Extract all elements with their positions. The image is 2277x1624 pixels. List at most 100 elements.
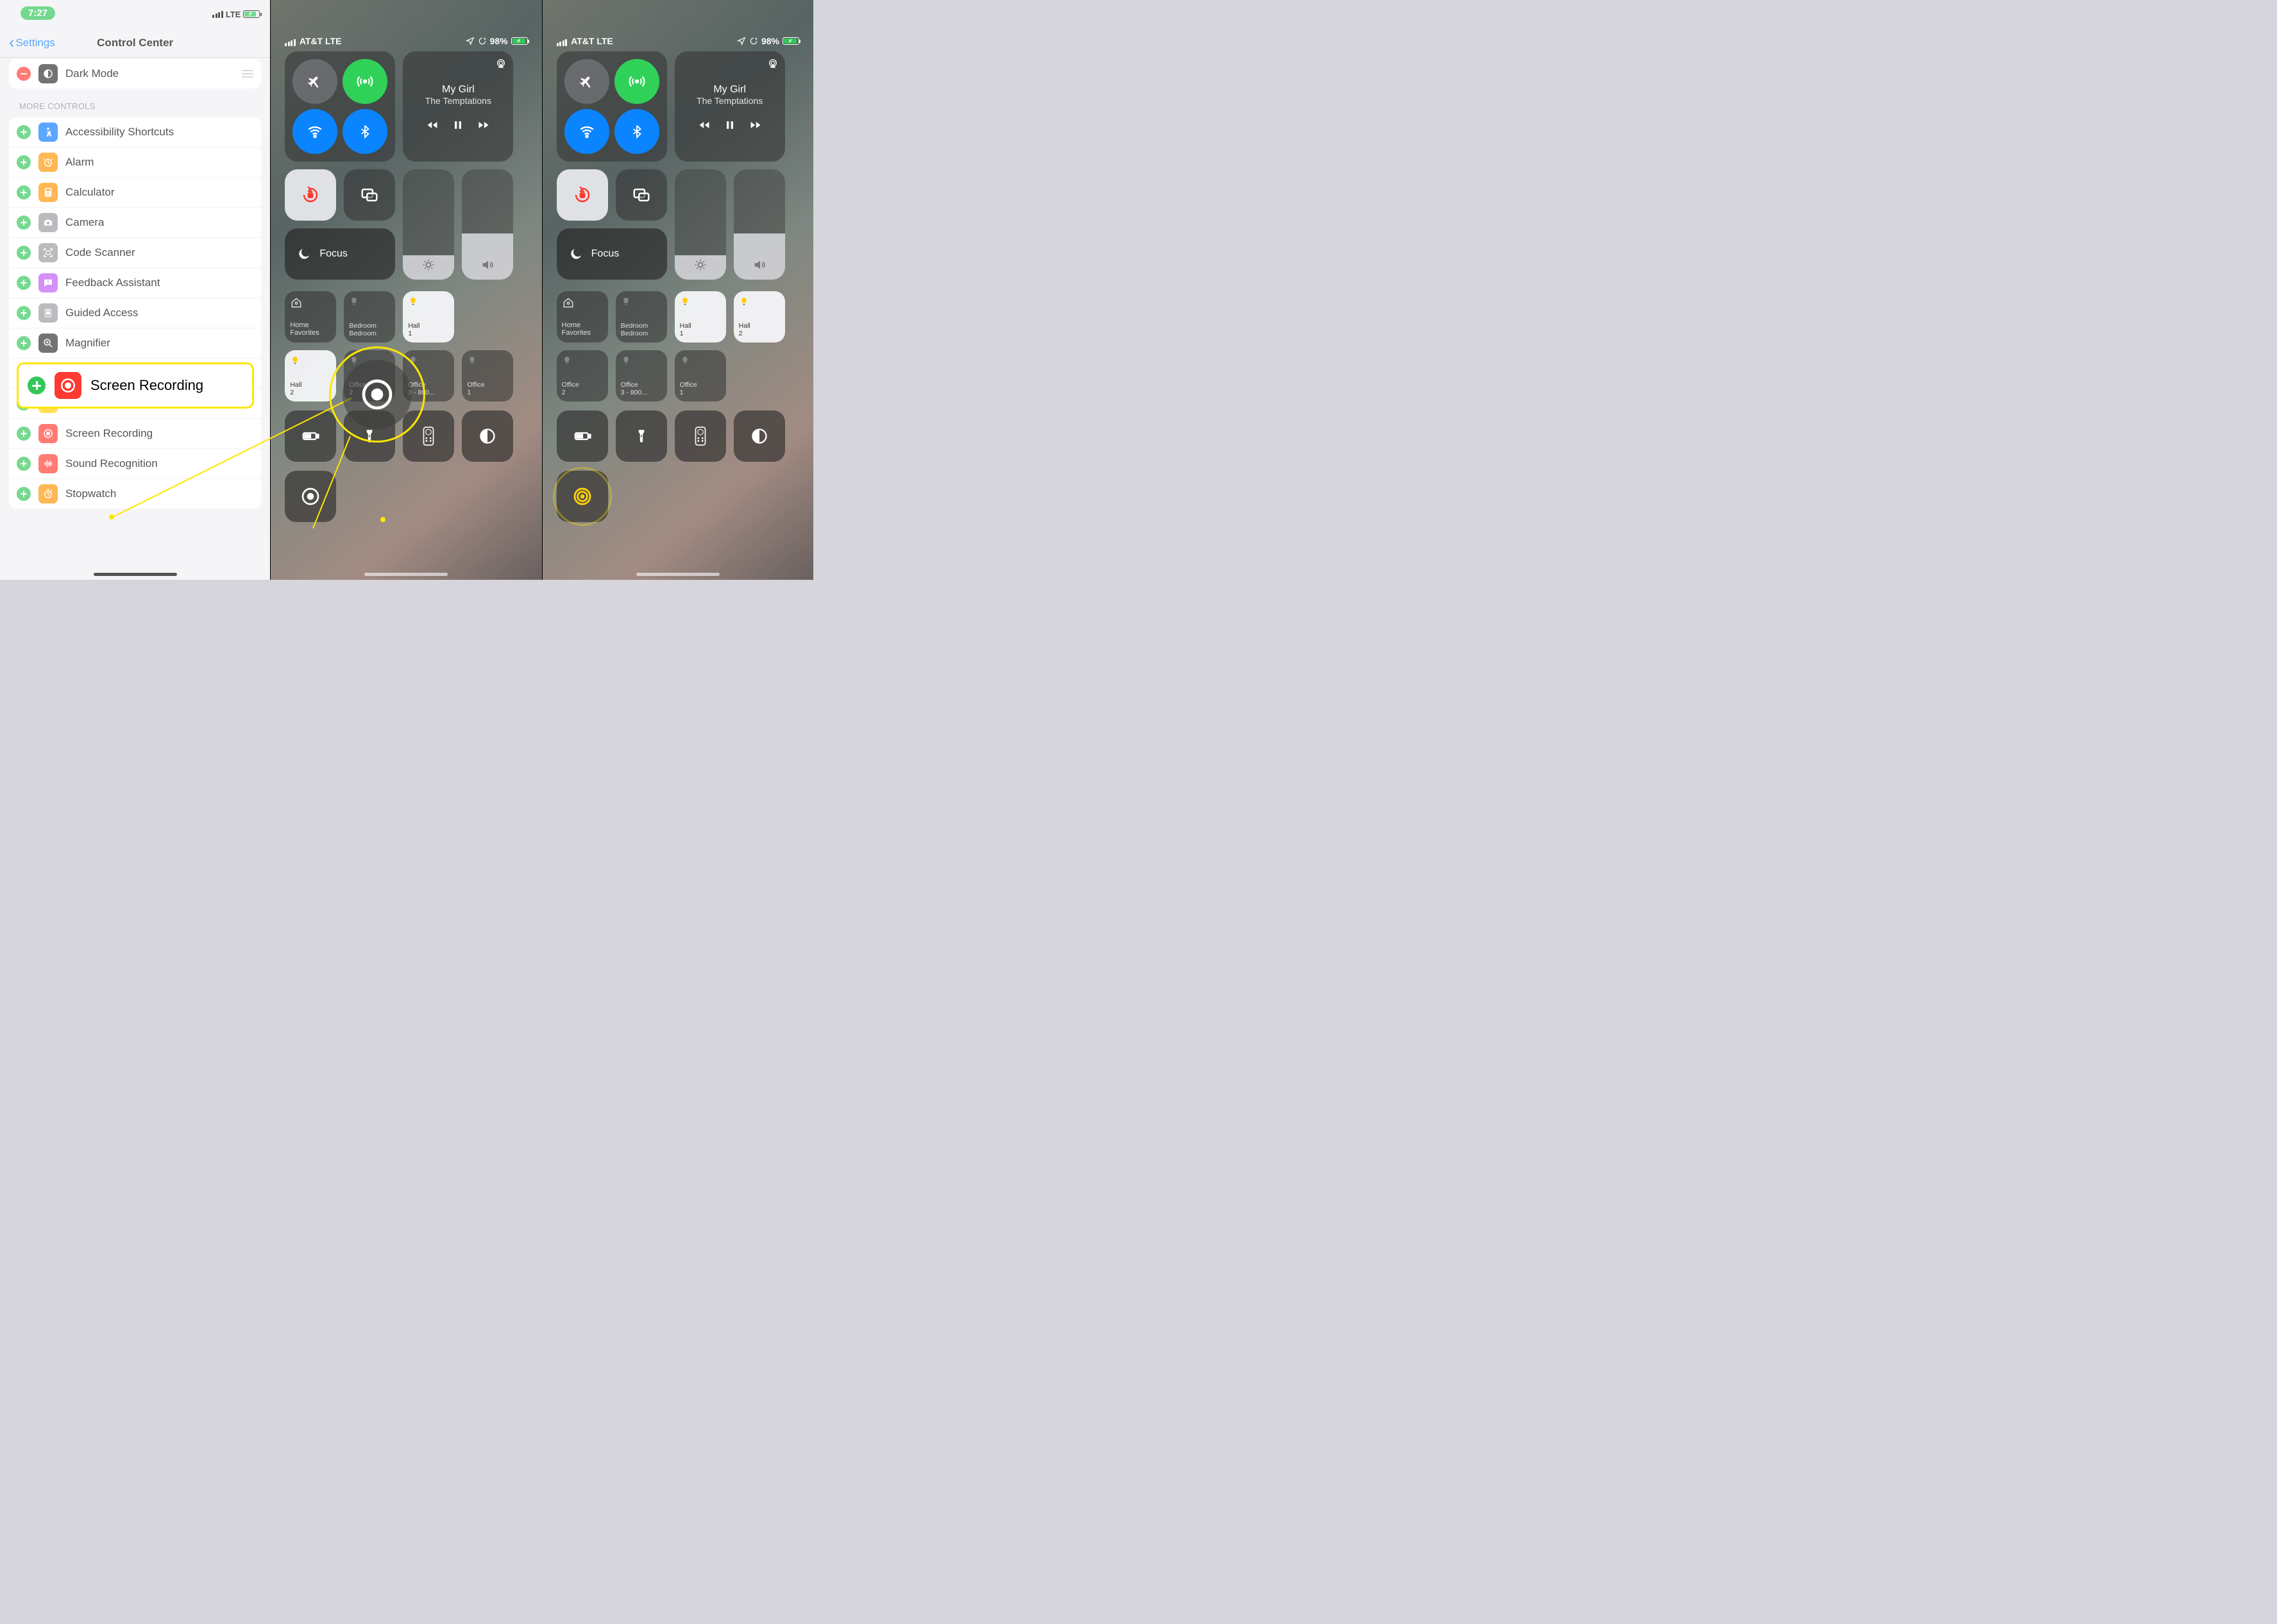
more-row-code-scanner[interactable]: Code Scanner (9, 238, 261, 268)
add-button[interactable] (17, 487, 31, 501)
back-button[interactable]: Settings (15, 37, 55, 49)
home-tile-hall-2[interactable]: Hall2 (734, 291, 785, 343)
home-indicator[interactable] (364, 573, 448, 576)
home-tile-office-1[interactable]: Office1 (462, 350, 513, 402)
focus-button[interactable]: Focus (285, 228, 395, 280)
back-chevron-icon[interactable]: ‹ (9, 33, 14, 52)
bulb-icon (621, 355, 631, 366)
flashlight-button[interactable] (344, 410, 395, 462)
low-power-mode-button[interactable] (285, 410, 336, 462)
focus-label: Focus (591, 248, 620, 260)
pause-button[interactable] (724, 119, 736, 131)
tile-sub: 2 (349, 389, 353, 396)
more-row-stopwatch[interactable]: Stopwatch (9, 479, 261, 509)
home-tile-office-2[interactable]: Office2 (557, 350, 608, 402)
volume-slider[interactable] (734, 169, 785, 280)
more-row-feedback-assistant[interactable]: ! Feedback Assistant (9, 268, 261, 298)
brightness-slider[interactable] (403, 169, 454, 280)
bluetooth-button[interactable] (343, 109, 387, 154)
home-tile-office-2[interactable]: Office2 (344, 350, 395, 402)
orientation-lock-button[interactable] (557, 169, 608, 221)
volume-slider[interactable] (462, 169, 513, 280)
included-row-dark-mode[interactable]: Dark Mode (9, 59, 261, 89)
row-label: Dark Mode (65, 67, 119, 80)
screen-recording-button[interactable] (285, 471, 336, 522)
now-playing-tile[interactable]: My Girl The Temptations (675, 51, 785, 162)
bulb-on-icon (680, 296, 690, 307)
dark-mode-button[interactable] (734, 410, 785, 462)
add-button[interactable] (17, 427, 31, 441)
moon-icon (296, 246, 312, 262)
home-tile-office-3[interactable]: Office3 - 800... (616, 350, 667, 402)
forward-button[interactable] (477, 119, 490, 131)
more-row-calculator[interactable]: Calculator (9, 178, 261, 208)
orientation-lock-button[interactable] (285, 169, 336, 221)
home-tile-office-1[interactable]: Office1 (675, 350, 726, 402)
home-tile-bedroom[interactable]: BedroomBedroom (344, 291, 395, 343)
home-favorites-button[interactable]: HomeFavorites (557, 291, 608, 343)
add-button[interactable] (17, 336, 31, 350)
more-row-accessibility-shortcuts[interactable]: Accessibility Shortcuts (9, 117, 261, 148)
bulb-icon (680, 355, 690, 366)
connectivity-group[interactable] (285, 51, 395, 162)
tile-name: Bedroom (621, 322, 648, 330)
carrier-label: LTE (226, 10, 241, 19)
brightness-slider[interactable] (675, 169, 726, 280)
add-button[interactable] (17, 246, 31, 260)
add-button[interactable] (28, 376, 46, 394)
screen-mirroring-button[interactable] (344, 169, 395, 221)
home-favorites-button[interactable]: HomeFavorites (285, 291, 336, 343)
more-row-camera[interactable]: Camera (9, 208, 261, 238)
more-controls-group: Accessibility Shortcuts Alarm Calculator… (9, 117, 261, 509)
home-tile-hall-1[interactable]: Hall1 (675, 291, 726, 343)
home-tile-hall-1[interactable]: Hall1 (403, 291, 454, 343)
rewind-button[interactable] (698, 119, 711, 131)
airplay-icon[interactable] (767, 58, 779, 69)
apple-tv-remote-button[interactable] (403, 410, 454, 462)
home-tile-office-3[interactable]: Office3 - 800... (403, 350, 454, 402)
dark-mode-button[interactable] (462, 410, 513, 462)
wifi-button[interactable] (292, 109, 337, 154)
add-button[interactable] (17, 216, 31, 230)
airplane-mode-button[interactable] (292, 59, 337, 104)
more-row-screen-recording[interactable]: Screen Recording (9, 419, 261, 449)
pause-button[interactable] (452, 119, 464, 131)
more-row-sound-recognition[interactable]: Sound Recognition (9, 449, 261, 479)
screen-recording-button-active[interactable] (557, 471, 608, 522)
home-indicator[interactable] (636, 573, 720, 576)
add-button[interactable] (17, 185, 31, 199)
add-button[interactable] (17, 276, 31, 290)
airplane-mode-button[interactable] (564, 59, 609, 104)
focus-button[interactable]: Focus (557, 228, 667, 280)
add-button[interactable] (17, 155, 31, 169)
home-indicator[interactable] (94, 573, 177, 576)
screen-mirroring-button[interactable] (616, 169, 667, 221)
cellular-data-button[interactable] (614, 59, 659, 104)
remove-button[interactable] (17, 67, 31, 81)
now-playing-tile[interactable]: My Girl The Temptations (403, 51, 513, 162)
drag-handle-icon[interactable] (242, 70, 253, 78)
more-row-guided-access[interactable]: Guided Access (9, 298, 261, 328)
more-row-alarm[interactable]: Alarm (9, 148, 261, 178)
tile-sub: 3 - 800... (408, 389, 434, 396)
dark-mode-icon (38, 64, 58, 83)
status-time-pill[interactable]: 7:27 (21, 6, 55, 20)
add-button[interactable] (17, 125, 31, 139)
airplay-icon[interactable] (495, 58, 507, 69)
home-tile-bedroom[interactable]: BedroomBedroom (616, 291, 667, 343)
nav-title: Control Center (97, 37, 173, 49)
more-row-magnifier[interactable]: Magnifier (9, 328, 261, 359)
bluetooth-button[interactable] (614, 109, 659, 154)
wifi-button[interactable] (564, 109, 609, 154)
cellular-data-button[interactable] (343, 59, 387, 104)
battery-percent: 98% (490, 36, 508, 46)
low-power-mode-button[interactable] (557, 410, 608, 462)
add-button[interactable] (17, 306, 31, 320)
rewind-button[interactable] (426, 119, 439, 131)
flashlight-button[interactable] (616, 410, 667, 462)
add-button[interactable] (17, 457, 31, 471)
apple-tv-remote-button[interactable] (675, 410, 726, 462)
connectivity-group[interactable] (557, 51, 667, 162)
forward-button[interactable] (749, 119, 762, 131)
home-tile-hall-2[interactable]: Hall2 (285, 350, 336, 402)
